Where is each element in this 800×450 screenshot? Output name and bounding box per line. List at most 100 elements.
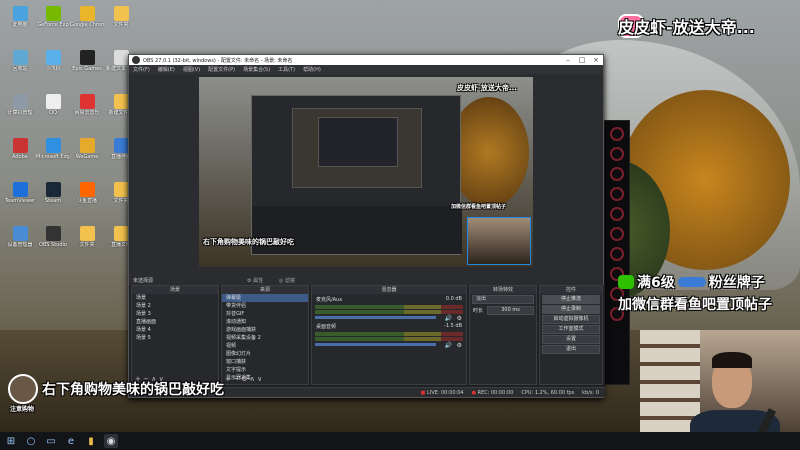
file-explorer-icon[interactable]: ▮ xyxy=(84,434,98,448)
shopping-badge: 注意购物 xyxy=(10,406,35,413)
scene-item[interactable]: 场景 2 xyxy=(132,302,218,310)
add-source-button[interactable]: + xyxy=(225,375,231,383)
menu-scene-collection[interactable]: 场景集合(S) xyxy=(243,66,270,73)
start-icon[interactable]: ⊞ xyxy=(4,434,18,448)
obs-window[interactable]: OBS 27.0.1 (32-bit, windows) - 配置文件: 未命名… xyxy=(128,54,605,398)
app-icon xyxy=(79,182,95,197)
scene-item[interactable]: 场景 xyxy=(132,294,218,302)
scene-item[interactable]: 场景 5 xyxy=(132,334,218,342)
remove-source-button[interactable]: − xyxy=(233,375,239,383)
search-icon[interactable]: ○ xyxy=(24,434,38,448)
stop-recording-button[interactable]: 停止录制 xyxy=(542,305,600,314)
app-icon xyxy=(45,182,61,197)
streamer-title: 皮皮虾-放送大帝... xyxy=(618,18,755,37)
obs-app-icon xyxy=(132,56,140,64)
desktop-icon[interactable]: 设备管理器 xyxy=(5,226,35,256)
rec-status: ● REC: 00:00:00 xyxy=(471,389,514,396)
desktop-icon[interactable]: QQ xyxy=(38,94,68,124)
app-icon xyxy=(12,50,28,65)
sources-dock: 来源 弹幕姬 带货伴侣 抖音GIF 滚动通知 游戏画面捕获 视频采集设备 2 视… xyxy=(221,285,309,385)
desktop-icon[interactable]: Microsoft Edge xyxy=(36,138,70,168)
level-text: 满6级 xyxy=(637,275,675,291)
menu-tools[interactable]: 工具(T) xyxy=(278,66,295,73)
source-up-button[interactable]: ∧ xyxy=(250,375,255,383)
desktop-icon-label: 设备管理器 xyxy=(7,242,33,248)
settings-button[interactable]: 设置 xyxy=(542,335,600,344)
desktop-icon[interactable]: 斗鱼直播 xyxy=(72,182,102,212)
app-icon xyxy=(12,226,28,241)
source-item[interactable]: 抖音GIF xyxy=(222,310,308,318)
speaker-icon[interactable]: 🔊 xyxy=(445,342,452,349)
stop-streaming-button[interactable]: 停止推流 xyxy=(542,295,600,304)
menu-edit[interactable]: 编辑(E) xyxy=(158,66,175,73)
desktop-icon[interactable]: 此电脑 xyxy=(5,6,35,36)
menu-profile[interactable]: 配置文件(P) xyxy=(208,66,235,73)
app-icon xyxy=(113,6,129,21)
source-item[interactable]: 文字提示 xyxy=(222,366,308,374)
desktop-icon-label: GeForce Exp xyxy=(37,22,69,28)
menu-file[interactable]: 文件(F) xyxy=(133,66,150,73)
volume-meter xyxy=(315,337,463,341)
desktop-icon[interactable]: 文件夹 xyxy=(106,6,136,36)
no-source-label: 未选择源 xyxy=(133,278,154,284)
desktop-icon[interactable]: Adobe xyxy=(5,138,35,168)
studio-mode-button[interactable]: 工作室模式 xyxy=(542,325,600,334)
source-item[interactable]: 弹幕姬 xyxy=(222,294,308,302)
desktop-icon-label: WeGame xyxy=(75,154,99,160)
minimize-button[interactable]: – xyxy=(561,55,575,65)
desktop-icon[interactable]: GeForce Exp xyxy=(37,6,69,36)
props-tab[interactable]: ⚙ 属性 xyxy=(247,277,263,284)
preview-canvas[interactable]: 右下角购物美味的锅巴敲好吃 皮皮虾-放送大帝... 加微信群看鱼吧置顶帖子 xyxy=(199,77,533,267)
source-item[interactable]: 视频采集设备 2 xyxy=(222,334,308,342)
desktop-icon[interactable]: 回收站 xyxy=(5,50,35,80)
exit-button[interactable]: 退出 xyxy=(542,345,600,354)
scene-item[interactable]: 直播画面 xyxy=(132,318,218,326)
obs-titlebar[interactable]: OBS 27.0.1 (32-bit, windows) - 配置文件: 未命名… xyxy=(129,55,603,65)
desktop-icon[interactable]: OBS Studio xyxy=(38,226,68,256)
menu-view[interactable]: 视图(V) xyxy=(183,66,200,73)
desktop-icon-label: 网易云音乐 xyxy=(74,110,100,116)
obs-taskbar-icon[interactable]: ◉ xyxy=(104,434,118,448)
fan-badge-text: 粉丝牌子 xyxy=(708,275,765,291)
desktop-icon[interactable]: Google Chrome xyxy=(70,6,104,36)
source-item[interactable]: 滚动通知 xyxy=(222,318,308,326)
cartoon-avatar xyxy=(8,374,38,404)
volume-slider[interactable] xyxy=(315,316,436,319)
source-item[interactable]: 窗口捕获 xyxy=(222,358,308,366)
task-view-icon[interactable]: ▭ xyxy=(44,434,58,448)
filters-tab[interactable]: ◎ 滤镜 xyxy=(279,277,295,284)
desktop-icon[interactable]: 文件夹 xyxy=(72,226,102,256)
desktop-icon-label: 文件夹 xyxy=(113,22,129,28)
scene-item[interactable]: 场景 3 xyxy=(132,310,218,318)
transition-select[interactable]: 淡出 xyxy=(472,295,534,304)
maximize-button[interactable]: □ xyxy=(575,55,589,65)
source-item[interactable]: 视频 xyxy=(222,342,308,350)
desktop-icon[interactable]: 网易云音乐 xyxy=(72,94,102,124)
desktop-icon[interactable]: Epic Games xyxy=(72,50,102,80)
channel-settings-icon[interactable]: ⚙ xyxy=(457,342,462,349)
desktop-icon[interactable]: WeGame xyxy=(72,138,102,168)
desktop-icon[interactable]: 小飞机 xyxy=(38,50,68,80)
desktop-icon-label: Microsoft Edge xyxy=(36,154,70,160)
virtual-camera-button[interactable]: 启动虚拟摄像机 xyxy=(542,315,600,324)
nested-preview-inner xyxy=(318,117,398,167)
close-button[interactable]: × xyxy=(589,55,603,65)
mixer-channel: 麦克风/Aux 0.0 dB 🔊 ⚙ xyxy=(312,294,466,322)
duration-input[interactable]: 300 ms xyxy=(487,306,534,315)
app-icon xyxy=(79,94,95,109)
desktop-icon[interactable]: Steam xyxy=(38,182,68,212)
source-down-button[interactable]: ∨ xyxy=(257,375,262,383)
fan-badge-icon xyxy=(677,277,706,287)
volume-slider[interactable] xyxy=(315,343,436,346)
desktop-icon-label: QQ xyxy=(49,110,57,116)
source-item[interactable]: 带货伴侣 xyxy=(222,302,308,310)
desktop-icon[interactable]: 计算机管理 xyxy=(5,94,35,124)
source-toolbar: + − ⚙ ∧ ∨ xyxy=(225,375,262,383)
source-item[interactable]: 图像幻灯片 xyxy=(222,350,308,358)
source-settings-icon[interactable]: ⚙ xyxy=(241,375,247,383)
desktop-icon[interactable]: TeamViewer xyxy=(5,182,35,212)
source-item[interactable]: 游戏画面捕获 xyxy=(222,326,308,334)
edge-icon[interactable]: e xyxy=(64,434,78,448)
menu-help[interactable]: 帮助(H) xyxy=(303,66,321,73)
scene-item[interactable]: 场景 4 xyxy=(132,326,218,334)
